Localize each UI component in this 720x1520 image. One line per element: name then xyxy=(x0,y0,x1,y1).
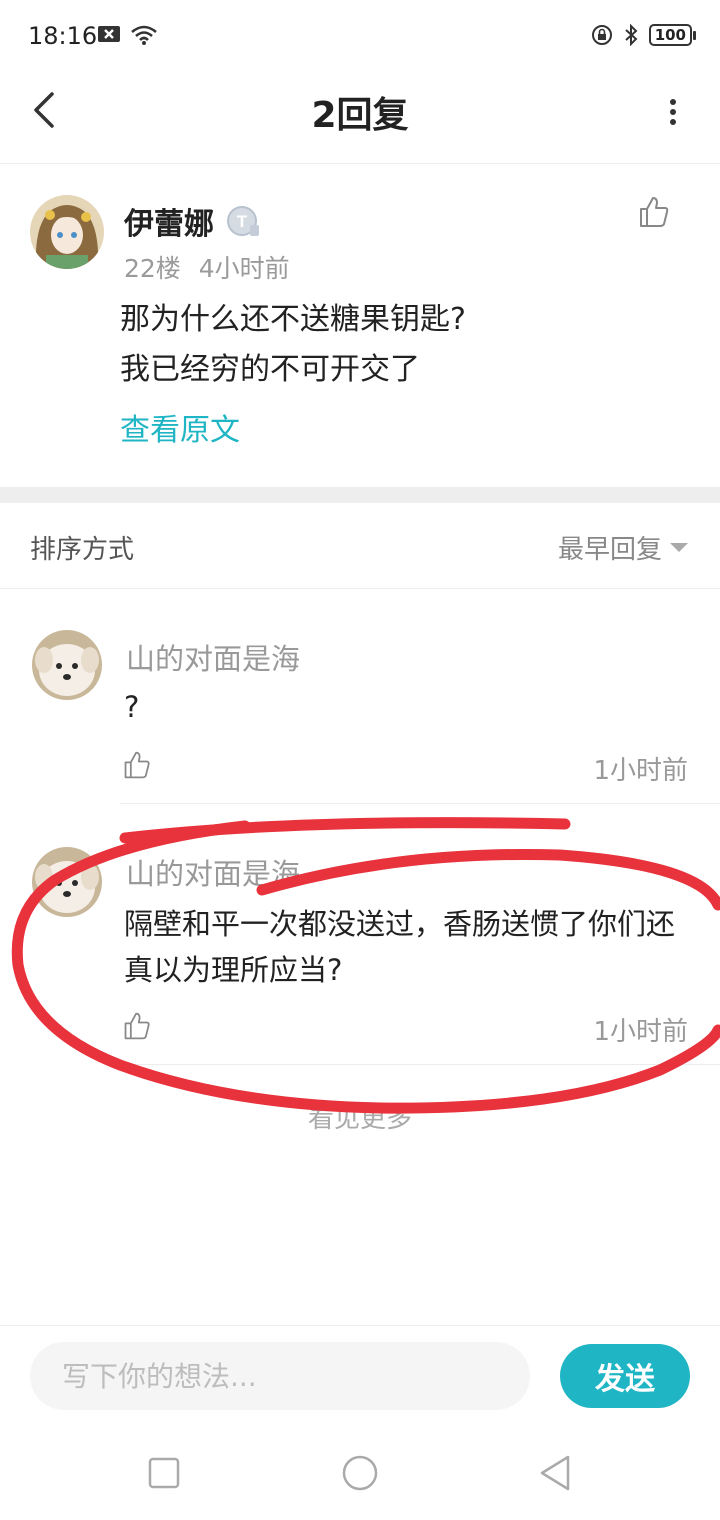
post-content: 那为什么还不送糖果钥匙? 我已经穷的不可开交了 xyxy=(120,295,466,395)
more-vertical-icon[interactable] xyxy=(666,92,680,132)
caret-down-icon xyxy=(670,543,688,552)
post-time: 4小时前 xyxy=(198,254,290,283)
system-nav-bar xyxy=(0,1425,720,1520)
back-triangle-icon[interactable] xyxy=(536,1453,576,1493)
post-floor: 22楼 xyxy=(124,254,181,283)
thumbs-up-icon[interactable] xyxy=(638,195,670,229)
status-time: 18:16 xyxy=(28,22,98,50)
reply-time: 1小时前 xyxy=(593,756,688,786)
reply-item: 山的对面是海 ? 1小时前 xyxy=(0,590,720,804)
recent-apps-icon[interactable] xyxy=(144,1453,184,1493)
post-author[interactable]: 伊蕾娜 xyxy=(124,199,214,243)
top-bar: 2回复 xyxy=(0,72,720,164)
avatar[interactable] xyxy=(30,195,104,269)
wifi-icon xyxy=(131,25,157,45)
thumbs-up-icon[interactable] xyxy=(122,750,152,780)
level-badge-text: T xyxy=(237,212,248,231)
post-line: 我已经穷的不可开交了 xyxy=(120,352,420,387)
reply-content: 隔壁和平一次都没送过，香肠送惯了你们还真以为理所应当? xyxy=(124,907,676,987)
level-badge-icon: T xyxy=(227,206,259,236)
page-title: 2回复 xyxy=(311,95,409,136)
sort-dropdown[interactable]: 最早回复 xyxy=(558,529,688,566)
avatar[interactable] xyxy=(32,630,102,700)
bluetooth-icon xyxy=(625,24,638,46)
home-icon[interactable] xyxy=(340,1453,380,1493)
view-more-link[interactable]: 看见更多 xyxy=(0,1098,720,1135)
avatar[interactable] xyxy=(32,847,102,917)
view-original-link[interactable]: 查看原文 xyxy=(120,405,240,449)
reply-time: 1小时前 xyxy=(593,1017,688,1047)
original-post: 伊蕾娜 T 22楼 4小时前 那为什么还不送糖果钥匙? 我已经穷的不可开交了 查… xyxy=(0,165,720,487)
thumbs-up-icon[interactable] xyxy=(122,1011,152,1041)
section-divider xyxy=(0,487,720,503)
sort-label: 排序方式 xyxy=(30,535,135,565)
comment-input[interactable] xyxy=(30,1342,530,1410)
divider xyxy=(120,1064,720,1065)
lock-rotation-icon xyxy=(591,25,612,45)
reply-item: 山的对面是海 隔壁和平一次都没送过，香肠送惯了你们还真以为理所应当? 1小时前 xyxy=(0,805,720,1065)
reply-author[interactable]: 山的对面是海 xyxy=(126,636,300,678)
sort-value: 最早回复 xyxy=(557,535,662,565)
sort-bar: 排序方式 最早回复 xyxy=(0,503,720,589)
comment-bar: 发送 xyxy=(0,1325,720,1425)
reply-author[interactable]: 山的对面是海 xyxy=(126,851,300,893)
divider xyxy=(120,803,720,804)
post-meta: 22楼 4小时前 xyxy=(124,249,290,285)
post-line: 那为什么还不送糖果钥匙? xyxy=(120,302,466,337)
send-button[interactable]: 发送 xyxy=(560,1344,690,1408)
notification-x-icon xyxy=(98,26,120,42)
reply-content: ? xyxy=(124,690,140,724)
battery-icon: 100 xyxy=(648,24,697,46)
status-bar: 18:16 100 xyxy=(0,0,720,72)
